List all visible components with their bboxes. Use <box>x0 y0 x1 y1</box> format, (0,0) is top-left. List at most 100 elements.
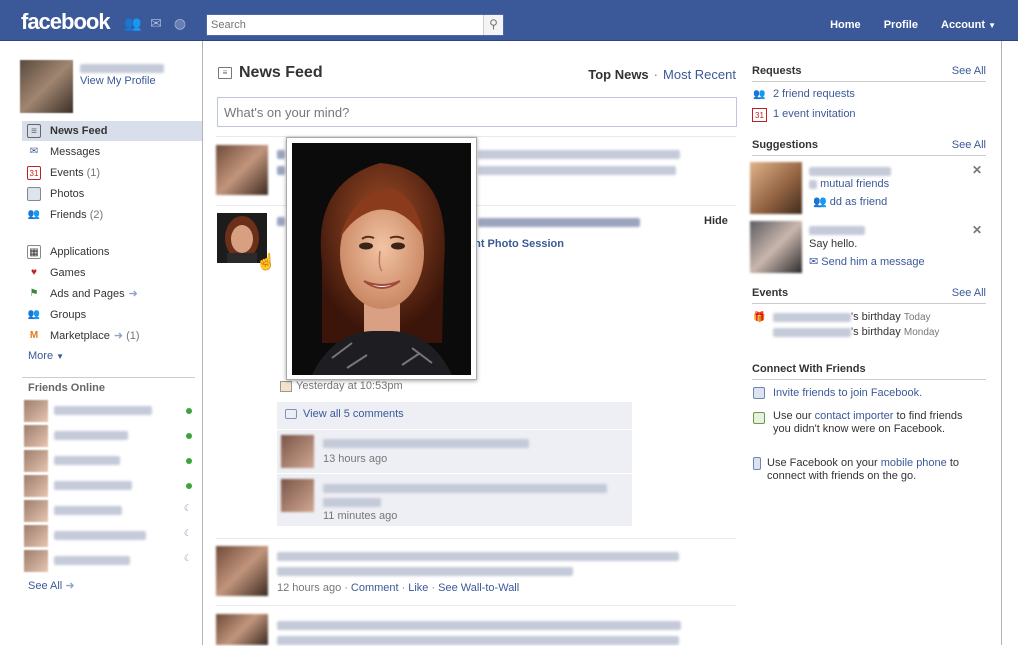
mobile-phone-link[interactable]: mobile phone <box>881 457 947 469</box>
online-friend[interactable] <box>24 425 196 447</box>
online-friend[interactable] <box>24 475 196 497</box>
avatar <box>24 500 48 522</box>
sidebar-item-label: Photos <box>50 188 85 200</box>
birthday-text: 's birthday Today <box>773 311 931 323</box>
ads-icon: ⚑ <box>29 288 39 299</box>
invite-friends-link[interactable]: Invite friends to join Facebook. <box>773 387 922 399</box>
account-label: Account <box>941 19 986 31</box>
see-all-requests-link[interactable]: See All <box>952 65 986 77</box>
like-link[interactable]: Like <box>408 582 428 594</box>
friend-requests-link[interactable]: 2 friend requests <box>773 88 855 100</box>
story-actions: 12 hours ago · Comment · Like · See Wall-to-Wa… <box>277 582 519 594</box>
add-as-friend-link[interactable]: 👥 dd as friend <box>813 195 887 208</box>
see-all-friends-online-link[interactable]: See All ➜ <box>28 579 75 592</box>
suggestion-avatar[interactable] <box>750 221 802 273</box>
story-text-blurred <box>478 148 680 160</box>
close-icon[interactable]: ✕ <box>972 223 982 237</box>
section-title: Requests <box>752 65 802 77</box>
send-message-link[interactable]: ✉ Send him a message <box>809 255 925 268</box>
gift-icon: 🎁 <box>753 312 766 323</box>
close-icon[interactable]: ✕ <box>972 163 982 177</box>
story-avatar[interactable] <box>216 614 268 645</box>
account-menu[interactable]: Account ▼ <box>941 19 996 31</box>
online-friend[interactable] <box>24 400 196 422</box>
status-composer-input[interactable]: What's on your mind? <box>217 97 737 127</box>
sidebar-item-events[interactable]: 31 Events (1) <box>22 163 202 183</box>
view-my-profile-link[interactable]: View My Profile <box>80 75 156 87</box>
story-avatar[interactable] <box>216 145 268 195</box>
sidebar-item-photos[interactable]: Photos <box>22 184 202 204</box>
separator: · <box>401 582 406 594</box>
online-friend[interactable] <box>24 450 196 472</box>
sidebar-item-groups[interactable]: 👥 Groups <box>22 305 202 325</box>
story-text-blurred <box>277 148 285 160</box>
event-invitation-link[interactable]: 1 event invitation <box>773 108 856 120</box>
profile-link[interactable]: Profile <box>884 19 918 31</box>
sidebar-item-applications[interactable]: ▦ Applications <box>22 242 202 262</box>
facebook-logo[interactable]: facebook <box>21 9 111 35</box>
top-news-filter[interactable]: Top News <box>588 67 648 82</box>
sidebar-item-games[interactable]: ♥ Games <box>22 263 202 283</box>
online-friend[interactable]: ☾ <box>24 500 196 522</box>
story-text-blurred <box>277 565 573 577</box>
birthday-when: Today <box>903 312 931 323</box>
view-all-comments-link[interactable]: View all 5 comments <box>303 408 404 420</box>
idle-moon-icon: ☾ <box>183 503 192 513</box>
suggestion-avatar[interactable] <box>750 162 802 214</box>
search-icon[interactable]: ⚲ <box>483 15 503 35</box>
arrow-icon: ➜ <box>128 288 138 300</box>
games-icon: ♥ <box>31 267 37 278</box>
sidebar-item-messages[interactable]: ✉ Messages <box>22 142 202 162</box>
top-nav: Home Profile Account ▼ <box>810 19 996 31</box>
chevron-down-icon: ▼ <box>56 352 65 361</box>
envelope-icon: ✉ <box>809 256 819 268</box>
friend-name-blurred <box>54 456 120 465</box>
top-bar: facebook 👥 ✉ ◍ ⚲ Home Profile Account ▼ <box>0 0 1018 41</box>
sidebar-item-friends[interactable]: 👥 Friends (2) <box>22 205 202 225</box>
comment-link[interactable]: Comment <box>351 582 399 594</box>
importer-icon <box>753 412 765 424</box>
see-wall-to-wall-link[interactable]: See Wall-to-Wall <box>438 582 519 594</box>
profile-photo-hover-popup[interactable] <box>286 137 477 380</box>
avatar[interactable] <box>281 435 314 468</box>
see-all-suggestions-link[interactable]: See All <box>952 139 986 151</box>
friend-requests-jewel-icon[interactable]: 👥 <box>124 15 141 31</box>
home-link[interactable]: Home <box>830 19 861 31</box>
avatar <box>24 525 48 547</box>
more-link[interactable]: More ▼ <box>28 350 64 362</box>
sidebar-item-label: Games <box>50 267 86 279</box>
story-timestamp[interactable]: 12 hours ago <box>277 582 341 594</box>
sidebar-item-ads-and-pages[interactable]: ⚑ Ads and Pages ➜ <box>22 284 202 304</box>
online-status-icon <box>186 483 192 489</box>
contact-importer-link[interactable]: contact importer <box>815 410 894 422</box>
photo-story-icon <box>280 381 292 392</box>
feed-filters: Top News · Most Recent <box>588 67 736 82</box>
avatar[interactable] <box>281 479 314 512</box>
separator: · <box>653 67 659 82</box>
sidebar-item-news-feed[interactable]: ≡ News Feed <box>22 121 202 141</box>
page-title: News Feed <box>239 64 323 81</box>
search-input[interactable] <box>207 15 483 35</box>
mutual-friends-link[interactable]: mutual friends <box>809 178 889 190</box>
photo-album-link[interactable]: ent Photo Session <box>468 238 564 250</box>
arrow-icon: ➜ <box>113 330 124 342</box>
calendar-icon: 31 <box>752 108 767 122</box>
sidebar-item-label: Marketplace <box>50 330 110 342</box>
profile-picture[interactable] <box>20 60 73 113</box>
sidebar-item-marketplace[interactable]: M Marketplace ➜ (1) <box>22 326 202 346</box>
birthday-label: 's birthday <box>851 311 901 323</box>
messages-jewel-icon[interactable]: ✉ <box>148 15 164 31</box>
most-recent-filter[interactable]: Most Recent <box>663 67 736 82</box>
online-friend[interactable]: ☾ <box>24 550 196 572</box>
marketplace-icon: M <box>29 330 39 341</box>
avatar <box>24 475 48 497</box>
online-status-icon <box>186 433 192 439</box>
online-friend[interactable]: ☾ <box>24 525 196 547</box>
notifications-globe-icon[interactable]: ◍ <box>172 15 188 31</box>
hide-story-button[interactable]: Hide <box>704 215 728 227</box>
story-timestamp[interactable]: Yesterday at 10:53pm <box>296 380 403 392</box>
see-all-events-link[interactable]: See All <box>952 287 986 299</box>
story-avatar[interactable] <box>216 546 268 596</box>
profile-name-blurred[interactable] <box>80 62 164 74</box>
suggestions-header: Suggestions See All <box>752 139 986 156</box>
